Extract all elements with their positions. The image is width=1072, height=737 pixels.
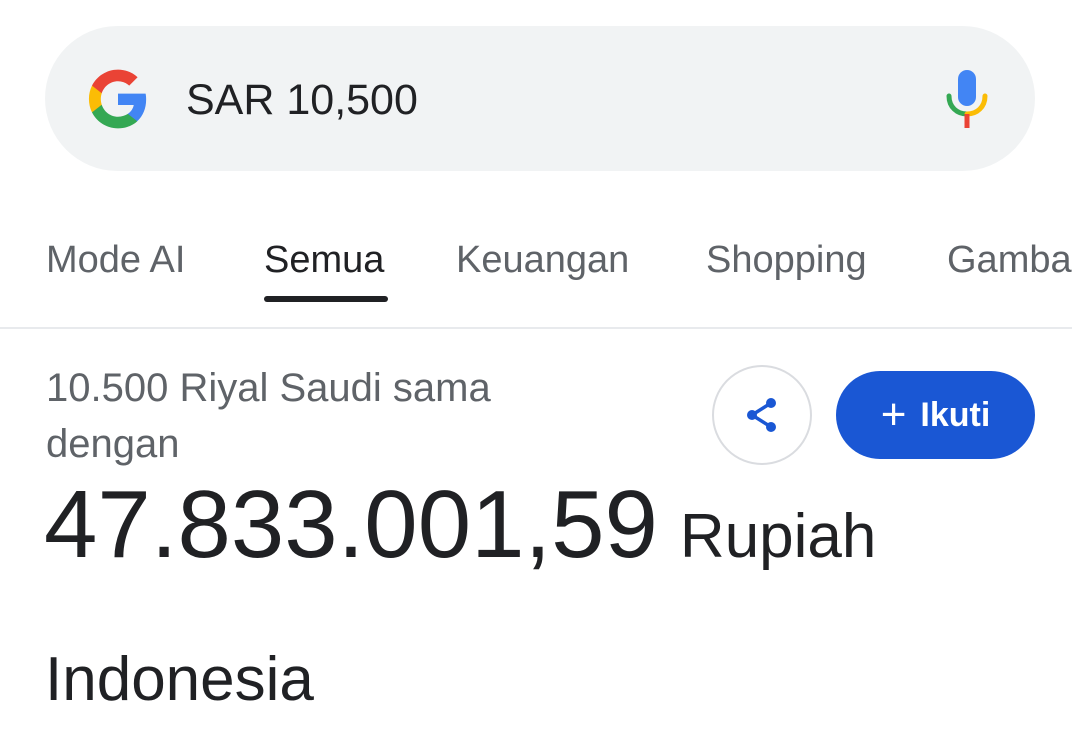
search-tabs: Mode AI Semua Keuangan Shopping Gamba <box>0 216 1072 328</box>
plus-icon: + <box>880 390 907 439</box>
conversion-label: 10.500 Riyal Saudi sama dengan <box>46 366 491 466</box>
tab-shopping[interactable]: Shopping <box>706 216 867 304</box>
google-logo-icon <box>88 69 147 129</box>
microphone-icon[interactable] <box>944 68 990 130</box>
result-currency: Rupiah <box>679 502 877 571</box>
tab-mode-ai[interactable]: Mode AI <box>46 216 185 304</box>
active-tab-indicator <box>264 296 388 302</box>
tab-gambar[interactable]: Gamba <box>947 216 1072 304</box>
search-input[interactable] <box>186 70 886 130</box>
result-amount: 47.833.001,59 <box>44 471 658 578</box>
follow-label: Ikuti <box>920 395 991 434</box>
tab-semua[interactable]: Semua <box>264 216 384 304</box>
tabs-divider <box>0 327 1072 329</box>
country-heading: Indonesia <box>45 645 314 714</box>
conversion-result: 47.833.001,59 Rupiah <box>44 470 876 580</box>
share-icon <box>747 398 776 432</box>
follow-button[interactable]: + Ikuti <box>836 371 1035 459</box>
share-button[interactable] <box>712 365 812 465</box>
tab-keuangan[interactable]: Keuangan <box>456 216 629 304</box>
